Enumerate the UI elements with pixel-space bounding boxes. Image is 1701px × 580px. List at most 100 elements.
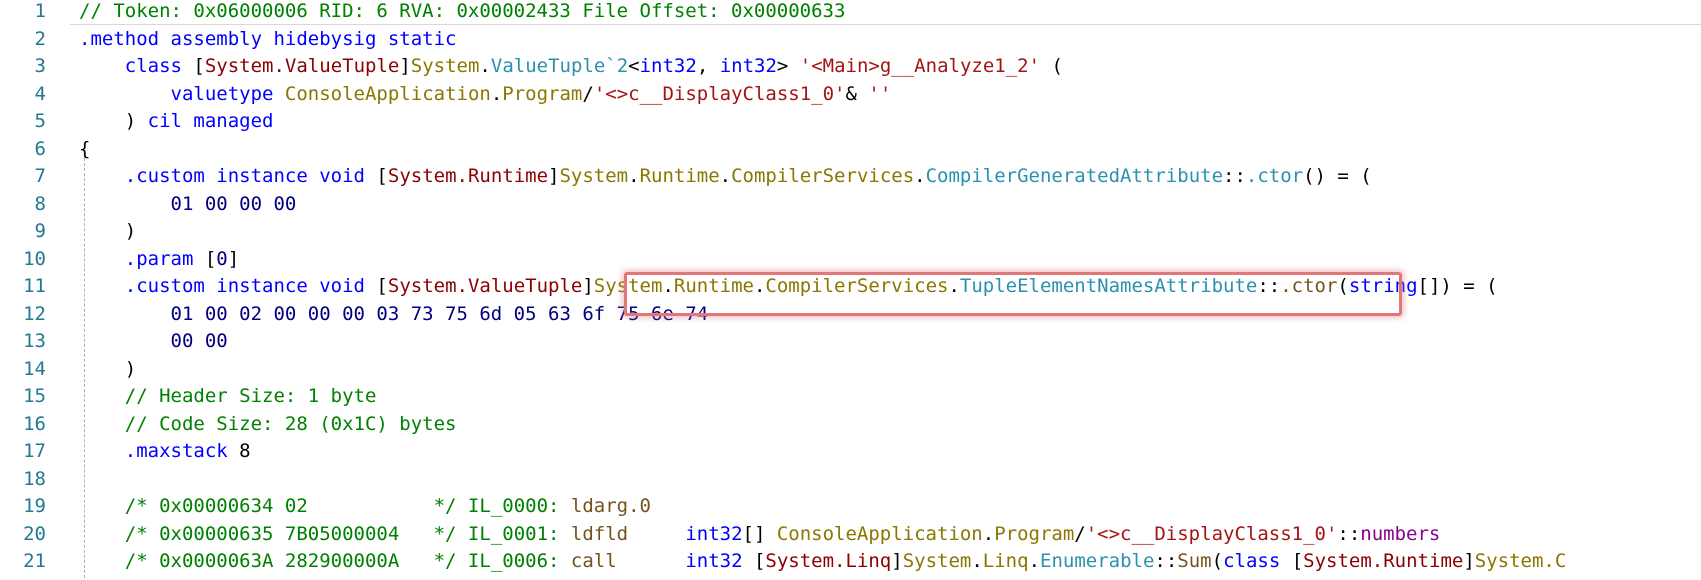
code-line[interactable]: 14 ) [0,356,1701,383]
code-token: int32 [685,522,743,545]
code-text: ) cil managed [79,108,274,135]
line-number: 11 [23,275,46,297]
code-line[interactable]: 20 /* 0x00000635 7B05000004 */ IL_0001: … [0,521,1701,548]
code-text: .method assembly hidebysig static [79,26,457,53]
code-line[interactable]: 19 /* 0x00000634 02 */ IL_0000: ldarg.0 [0,493,1701,520]
code-token: Sum [1177,550,1212,572]
code-token: [ [742,550,766,572]
code-token: System.ValueTuple [387,275,583,297]
code-token: . [479,55,491,77]
code-text: .maxstack 8 [79,438,251,465]
code-token: , [696,55,720,77]
code-line[interactable]: 13 00 00 [0,328,1701,355]
code-token: . [914,165,926,187]
code-token: // Header Size: 1 byte [124,385,377,407]
code-token: System.Linq [765,550,892,572]
code-token: []) = ( [1417,275,1498,297]
code-token: . [628,165,640,187]
code-token: class [1223,550,1281,572]
code-line[interactable]: 17 .maxstack 8 [0,438,1701,465]
code-text: /* 0x00000635 7B05000004 */ IL_0001: ldf… [79,521,1441,548]
code-text: // Code Size: 28 (0x1C) bytes [79,411,457,438]
code-text: valuetype ConsoleApplication.Program/'<>… [79,81,892,108]
code-line[interactable]: 6{ [0,136,1701,163]
code-token: ] [227,247,240,270]
code-token: /* 0x00000635 7B05000004 */ IL_0001: [124,522,560,545]
code-token: . [971,550,983,572]
code-line[interactable]: 2 .method assembly hidebysig static [0,26,1701,53]
code-line[interactable]: 9 ) [0,218,1701,245]
code-text: { [79,136,90,163]
code-token: int32 [685,550,743,572]
line-number: 1 [34,0,46,22]
code-token: [ [1280,550,1304,572]
code-line[interactable]: 10 .param [0] [0,246,1701,273]
code-text: 00 00 [79,328,228,355]
code-token: Enumerable [1040,550,1155,572]
code-token: . [1028,550,1041,572]
code-token: 0 [216,247,228,270]
code-token: :: [1337,522,1361,545]
line-number: 5 [34,110,46,132]
line-number: 3 [34,55,46,77]
code-text: .custom instance void [System.Runtime]Sy… [79,163,1372,190]
code-line[interactable]: 15 // Header Size: 1 byte [0,383,1701,410]
code-token: .custom instance void [124,275,365,297]
code-line[interactable]: 21 /* 0x0000063A 282900000A */ IL_0006: … [0,548,1701,575]
code-token: ldfld [570,522,629,545]
code-line[interactable]: 4 valuetype ConsoleApplication.Program/'… [0,81,1701,108]
line-number: 2 [34,27,46,50]
code-line[interactable]: 16 // Code Size: 28 (0x1C) bytes [0,411,1701,438]
code-token: ValueTuple`2 [490,55,629,77]
code-token: :: [1154,550,1178,572]
code-token: cil managed [147,110,274,132]
code-text: class [System.ValueTuple]System.ValueTup… [79,53,1063,80]
il-code-editor[interactable]: 1 // Token: 0x06000006 RID: 6 RVA: 0x0000… [0,0,1701,580]
code-token: valuetype [170,82,274,105]
code-token: ( [1211,550,1224,572]
code-token: ] [891,550,903,572]
code-text: /* 0x0000063A 282900000A */ IL_0006: cal… [79,548,1567,575]
code-token: System.ValueTuple [204,55,400,77]
code-token: numbers [1360,522,1441,545]
code-token: [] [742,522,777,545]
code-token: Program [994,522,1075,545]
code-line[interactable]: 8 01 00 00 00 [0,191,1701,218]
code-line[interactable]: 7 .custom instance void [System.Runtime]… [0,163,1701,190]
code-token: . [490,82,503,105]
line-number: 8 [34,192,46,215]
line-number: 6 [34,137,46,160]
code-line[interactable]: 5 ) cil managed [0,108,1701,135]
code-token: & [845,82,869,105]
code-token: ConsoleApplication [776,522,983,545]
code-line[interactable]: 3 class [System.ValueTuple]System.ValueT… [0,53,1701,80]
code-token: /* 0x0000063A 282900000A */ IL_0006: [124,550,560,572]
code-token: [ [364,165,388,187]
code-token: System [410,55,480,77]
code-token: System.C [1474,550,1567,572]
code-line[interactable]: 1 // Token: 0x06000006 RID: 6 RVA: 0x0000… [0,0,1701,25]
code-token: / [582,82,594,105]
line-number: 21 [23,550,46,572]
line-number: 9 [34,220,46,242]
code-token: { [79,137,91,160]
code-token: 00 00 [170,330,228,352]
code-token: ] [1463,550,1475,572]
code-token: 01 00 00 00 [170,192,297,215]
code-token: .custom instance void [124,165,365,187]
code-token: [ [193,247,217,270]
code-token: > [776,55,800,77]
code-line[interactable]: 18 [0,466,1701,493]
